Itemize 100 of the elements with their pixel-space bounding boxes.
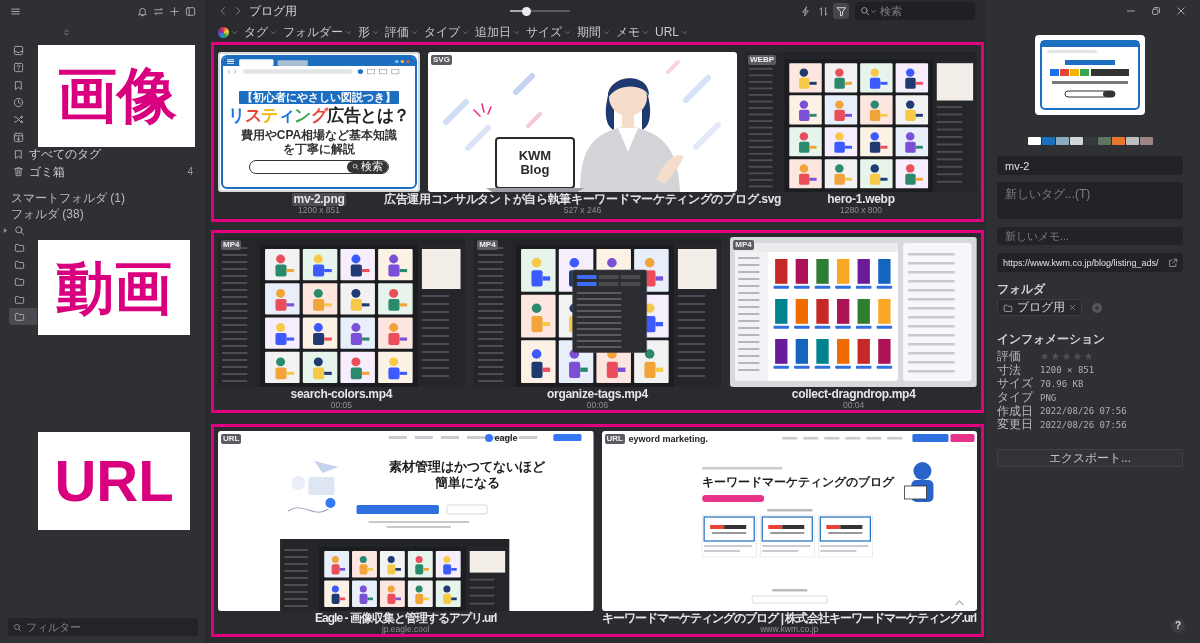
color-swatch[interactable] [1069,137,1083,145]
illustration-drawing[interactable] [428,52,737,192]
plus-icon[interactable] [169,5,180,17]
webpage-screenshot-drawing[interactable] [218,431,594,611]
back-icon[interactable] [218,6,228,16]
section-heading[interactable]: フォルダ (38) [11,206,84,221]
star-icon[interactable] [1073,352,1082,362]
memo-field[interactable]: 新しいメモ... [997,227,1183,245]
file-name[interactable]: Eagle - 画像収集と管理するアプリ.url [313,612,499,625]
file-name[interactable]: 広告運用コンサルタントが自ら執筆キーワードマーケティングのブログ.svg [381,193,784,206]
filter-dropdown[interactable]: 形 [358,25,379,39]
search-icon[interactable] [14,224,25,236]
filter-dropdown[interactable]: サイズ [526,25,571,39]
forward-icon[interactable] [233,6,243,16]
color-swatch[interactable] [1125,137,1139,145]
folder-icon[interactable] [14,293,25,305]
selected-folder-row[interactable] [9,307,37,326]
color-swatch[interactable] [1139,137,1153,145]
file-type-badge: WEBP [748,55,776,65]
caret-icon [372,28,379,36]
file-name[interactable]: mv-2.png [291,193,347,206]
clock-icon[interactable] [13,97,24,109]
export-button[interactable]: エクスポート... [997,448,1183,467]
help-button[interactable]: ? [1171,619,1185,633]
item-count: 4 [187,166,193,178]
star-icon[interactable] [1084,352,1093,362]
restore-icon[interactable] [1151,6,1161,16]
laptop-screen-text: KWM Blog [518,149,552,177]
url-field[interactable]: https://www.kwm.co.jp/blog/listing_ads/ [997,253,1183,272]
color-swatch[interactable] [1055,137,1069,145]
app-screenshot-drawing[interactable] [730,237,977,387]
filter-button[interactable] [833,3,849,19]
sidebar-toggle-icon[interactable] [185,5,196,17]
bookmark-icon[interactable] [13,79,24,91]
lightning-icon [799,5,811,17]
file-name[interactable]: キーワードマーケティングのブログ | 株式会社キーワードマーケティング.url [600,612,979,625]
filter-dropdown[interactable]: 追加日 [475,25,520,39]
filter-dropdown[interactable]: 評価 [385,25,418,39]
expand-caret-icon[interactable] [3,227,8,233]
external-link-icon[interactable] [1168,257,1178,268]
color-swatch[interactable] [1041,137,1055,145]
filter-dropdown[interactable]: メモ [616,25,649,39]
filter-dropdown[interactable]: 期間 [577,25,610,39]
file-detail: 1280 x 800 [839,206,883,215]
trash-icon[interactable] [13,166,24,178]
color-swatch[interactable] [1111,137,1125,145]
star-icon[interactable] [1062,352,1071,362]
info-value: PNG [1040,392,1057,403]
question-box-icon[interactable] [13,62,24,74]
slider-handle[interactable] [522,6,532,16]
file-type-badge: SVG [431,55,452,65]
shuffle-icon[interactable] [13,114,24,126]
search-field[interactable]: 検索 [855,2,975,20]
file-name[interactable]: search-colors.mp4 [288,388,395,401]
color-swatch[interactable] [1097,137,1111,145]
folder-icon[interactable] [14,259,25,271]
close-icon[interactable] [1176,6,1186,16]
remove-icon[interactable] [1069,304,1076,311]
sort-icon [817,5,829,17]
section-heading[interactable]: スマートフォルダ (1) [11,191,125,206]
info-label: 寸法 [997,363,1022,377]
star-rating[interactable] [1040,352,1093,362]
color-swatch[interactable] [1027,137,1041,145]
download-box-icon[interactable] [13,131,24,143]
caret-icon [681,28,688,36]
folder-icon[interactable] [14,311,25,322]
swap-arrows-icon[interactable] [153,5,164,17]
star-icon[interactable] [1051,352,1060,362]
sidebar-item[interactable]: すべてのタグ [29,147,101,162]
page-headline: 素材管理はかつてないほど簡単になる [388,459,547,491]
bell-icon[interactable] [137,5,148,17]
folder-chip[interactable]: ブログ用 [997,299,1082,316]
color-filter-dropdown[interactable] [218,26,238,38]
search-icon [352,163,359,170]
star-icon[interactable] [1040,352,1049,362]
filter-dropdown[interactable]: URL [655,25,688,39]
color-swatch[interactable] [1083,137,1097,145]
folder-icon[interactable] [14,241,25,253]
caret-icon [642,28,649,36]
file-name[interactable]: collect-dragndrop.mp4 [789,388,918,401]
file-type-badge: URL [604,434,625,444]
file-name[interactable]: organize-tags.mp4 [545,388,650,401]
info-value: 70.96 KB [1040,379,1084,389]
menu-icon[interactable] [10,5,21,17]
filter-dropdown[interactable]: タグ [244,25,277,39]
tag-field[interactable]: 新しいタグ...(T) [997,182,1183,219]
bookmark-icon[interactable] [13,148,24,160]
app-screenshot-drawing[interactable] [745,52,977,192]
folder-icon[interactable] [14,276,25,288]
app-screenshot-drawing[interactable] [474,237,721,387]
banner-image[interactable]: 【初心者にやさしい図説つき】 リスティング広告とは？ 費用やCPA相場など基本知識を丁寧に解説 検索 [218,52,420,192]
filter-dropdown[interactable]: タイプ [424,25,469,39]
app-screenshot-drawing[interactable] [218,237,465,387]
inbox-icon[interactable] [13,45,24,57]
filter-field[interactable]: フィルター [8,618,198,636]
filter-dropdown[interactable]: フォルダー [283,25,352,39]
file-name[interactable]: hero-1.webp [825,193,897,206]
name-field[interactable]: mv-2 [997,156,1183,175]
caret-icon [231,28,238,36]
sidebar-item[interactable]: ゴミ箱 [29,164,65,179]
